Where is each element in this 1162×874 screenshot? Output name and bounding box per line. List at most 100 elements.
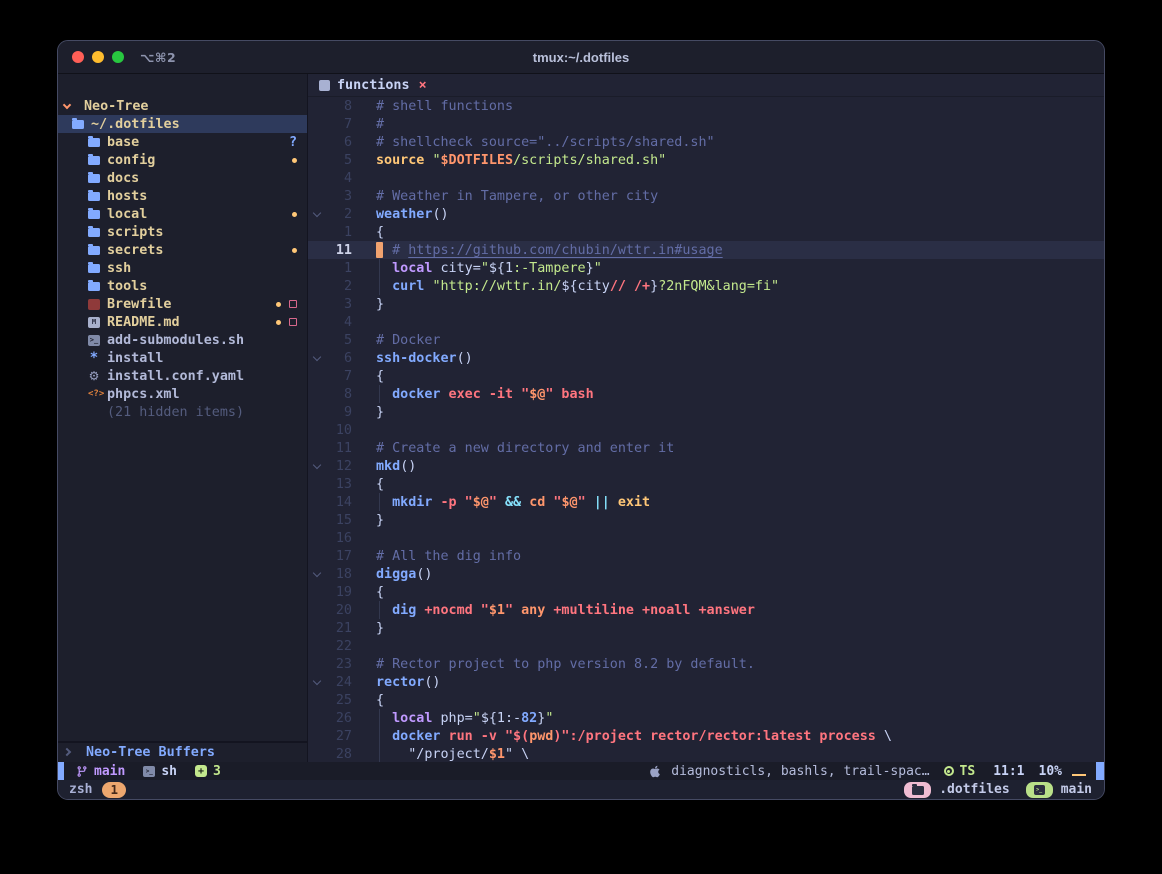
code-token: ${city [561,279,609,294]
code-line[interactable]: 9} [308,403,1104,421]
tree-item--21-hidden-items-[interactable]: (21 hidden items) [58,403,307,421]
code-token [497,495,505,510]
code-line[interactable]: 24rector() [308,673,1104,691]
tree-item-label: install [107,351,163,366]
code-line[interactable]: 4 [308,313,1104,331]
line-number: 19 [326,585,352,600]
tab-close-icon[interactable]: × [419,78,427,93]
code-line[interactable]: 8# shell functions [308,97,1104,115]
fold-chevron-icon[interactable] [313,460,321,468]
code-area[interactable]: 8# shell functions7#6# shellcheck source… [308,97,1104,762]
lsp-servers-list: diagnosticls, bashls, trail-spac… [671,764,929,779]
code-line[interactable]: 7{ [308,367,1104,385]
code-line[interactable]: 4 [308,169,1104,187]
code-text: { [376,583,384,601]
gear-icon: ⚙ [88,370,100,382]
fold-chevron-icon[interactable] [313,568,321,576]
code-token: /scripts/shared.sh" [513,153,666,168]
code-line[interactable]: 8 docker exec -it "$@" bash [308,385,1104,403]
tree-item-docs[interactable]: docs [58,169,307,187]
code-token [610,495,618,510]
tree-item-phpcs.xml[interactable]: <?>phpcs.xml [58,385,307,403]
indent-guide-icon [379,259,380,277]
tmux-window-index-badge[interactable]: 1 [102,782,126,798]
tree-item-brewfile[interactable]: Brewfile [58,295,307,313]
tree-item-hosts[interactable]: hosts [58,187,307,205]
tree-item-secrets[interactable]: secrets [58,241,307,259]
code-token: " [489,495,497,510]
tree-item-scripts[interactable]: scripts [58,223,307,241]
code-token: } [537,711,545,726]
code-line[interactable]: 3} [308,295,1104,313]
code-token: ${1:- [481,711,521,726]
code-line[interactable]: 6ssh-docker() [308,349,1104,367]
code-line[interactable]: 19 { [308,583,1104,601]
neotree-source-header[interactable]: Neo-Tree [58,97,307,115]
tree-item-install.conf.yaml[interactable]: ⚙install.conf.yaml [58,367,307,385]
filetype-icon: >_ [143,766,155,777]
code-line[interactable]: 22 [308,637,1104,655]
neotree-buffers-header[interactable]: Neo-Tree Buffers [58,741,307,762]
code-line[interactable]: 2weather() [308,205,1104,223]
shell-script-icon: >_ [88,335,100,346]
code-token [586,495,594,510]
line-number: 26 [326,711,352,726]
line-number: 8 [326,99,352,114]
tree-item-local[interactable]: local [58,205,307,223]
folder-icon [88,138,100,147]
tmux-window-name[interactable]: zsh [69,782,92,797]
code-token: ${1 [489,261,513,276]
tree-item-~-.dotfiles[interactable]: ~/.dotfiles [58,115,307,133]
tab-functions[interactable]: functions [337,78,410,93]
code-line[interactable]: 13{ [308,475,1104,493]
code-line[interactable]: 23# Rector project to php version 8.2 by… [308,655,1104,673]
code-line[interactable]: 15} [308,511,1104,529]
line-number: 11 [326,243,352,258]
close-button[interactable] [72,51,84,63]
code-line[interactable]: 18digga() [308,565,1104,583]
code-line[interactable]: 20 dig +nocmd "$1" any +multiline +noall… [308,601,1104,619]
tree-item-base[interactable]: base? [58,133,307,151]
line-number: 4 [326,315,352,330]
code-line[interactable]: 12mkd() [308,457,1104,475]
code-line[interactable]: 7# [308,115,1104,133]
fold-chevron-icon[interactable] [313,208,321,216]
code-line[interactable]: 27 docker run -v "$(pwd)":/project recto… [308,727,1104,745]
code-line[interactable]: 5source "$DOTFILES/scripts/shared.sh" [308,151,1104,169]
tmux-branch-label: main [1061,782,1092,797]
code-line[interactable]: 11# Create a new directory and enter it [308,439,1104,457]
code-line[interactable]: 6# shellcheck source="../scripts/shared.… [308,133,1104,151]
code-line[interactable]: 25{ [308,691,1104,709]
code-text: mkd() [376,457,416,475]
tree-item-install[interactable]: * install [58,349,307,367]
tree-item-config[interactable]: config [58,151,307,169]
code-line[interactable]: 26 local php="${1:-82}" [308,709,1104,727]
zoom-button[interactable] [112,51,124,63]
code-line[interactable]: 14 mkdir -p "$@" && cd "$@" || exit [308,493,1104,511]
code-line[interactable]: 5# Docker [308,331,1104,349]
tree-item-readme.md[interactable]: MREADME.md [58,313,307,331]
code-token: $@ [529,387,545,402]
minimize-button[interactable] [92,51,104,63]
code-token: # Create a new directory and enter it [376,441,674,456]
code-line[interactable]: 1{ [308,223,1104,241]
asterisk-icon: * [88,353,100,363]
code-line[interactable]: 11 # https://github.com/chubin/wttr.in#u… [308,241,1104,259]
tree-item-tools[interactable]: tools [58,277,307,295]
tree-item-label: ssh [107,261,131,276]
code-line[interactable]: 21} [308,619,1104,637]
code-line[interactable]: 28 "/project/$1" \ [308,745,1104,762]
code-line[interactable]: 17# All the dig info [308,547,1104,565]
code-line[interactable]: 16 [308,529,1104,547]
tree-item-label: hosts [107,189,147,204]
git-branch-name[interactable]: main [94,764,125,779]
code-line[interactable]: 2 curl "http://wttr.in/${city// /+}?2nFQ… [308,277,1104,295]
code-line[interactable]: 1 local city="${1:-Tampere}" [308,259,1104,277]
fold-chevron-icon[interactable] [313,352,321,360]
fold-chevron-icon[interactable] [313,676,321,684]
title-bar[interactable]: ⌥⌘2 tmux:~/.dotfiles [58,41,1104,74]
code-line[interactable]: 3# Weather in Tampere, or other city [308,187,1104,205]
code-line[interactable]: 10 [308,421,1104,439]
tree-item-add-submodules.sh[interactable]: >_add-submodules.sh [58,331,307,349]
tree-item-ssh[interactable]: ssh [58,259,307,277]
